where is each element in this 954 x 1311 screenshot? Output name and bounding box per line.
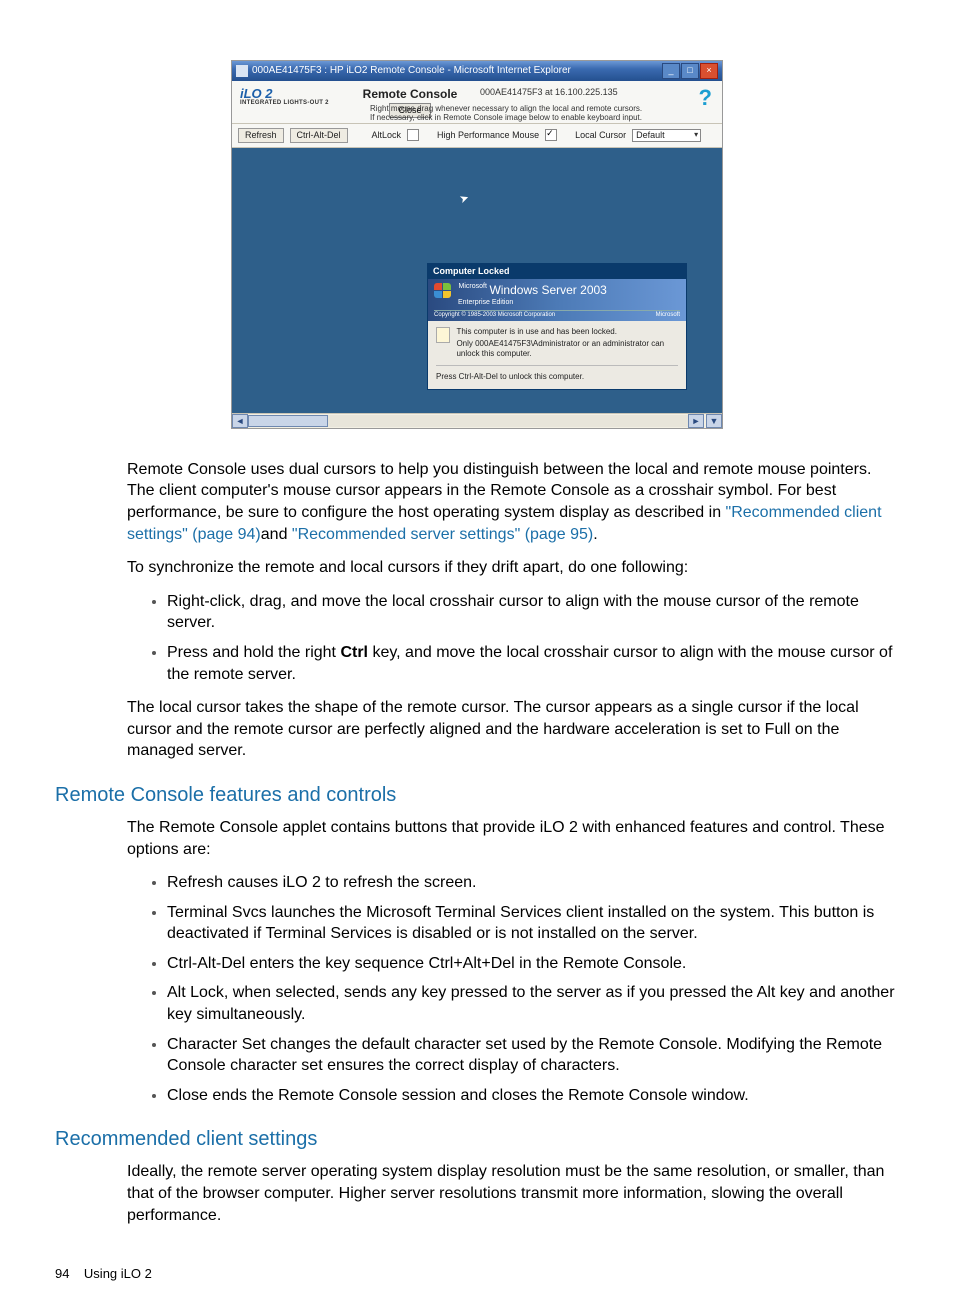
- hp-mouse-label: High Performance Mouse: [437, 130, 539, 141]
- sync-list: Right-click, drag, and move the local cr…: [127, 591, 899, 685]
- window-title: 000AE41475F3 : HP iLO2 Remote Console - …: [252, 65, 662, 77]
- keys-icon: [436, 327, 450, 343]
- list-item: Press and hold the right Ctrl key, and m…: [167, 642, 899, 685]
- maximize-button[interactable]: □: [681, 63, 699, 79]
- features-list: Refresh causes iLO 2 to refresh the scre…: [127, 872, 899, 1106]
- local-cursor-label: Local Cursor: [575, 130, 626, 141]
- hint-line-1: Right mouse drag whenever necessary to a…: [370, 104, 714, 114]
- panel-title: Remote Console: [350, 87, 470, 101]
- ctrl-alt-del-button[interactable]: Ctrl-Alt-Del: [290, 128, 348, 143]
- dialog-header: Computer Locked: [428, 264, 686, 279]
- list-item: Ctrl-Alt-Del enters the key sequence Ctr…: [167, 953, 899, 975]
- ie-icon: [236, 65, 248, 77]
- local-cursor-select[interactable]: Default: [632, 129, 701, 142]
- list-item: Alt Lock, when selected, sends any key p…: [167, 982, 899, 1025]
- paragraph-client-settings: Ideally, the remote server operating sys…: [127, 1161, 899, 1226]
- paragraph-local-cursor: The local cursor takes the shape of the …: [127, 697, 899, 762]
- scroll-down-icon[interactable]: ▼: [706, 414, 722, 428]
- list-item: Right-click, drag, and move the local cr…: [167, 591, 899, 634]
- locked-msg-3: Press Ctrl-Alt-Del to unlock this comput…: [436, 372, 678, 382]
- ilo2-logo: iLO 2: [240, 87, 350, 100]
- remote-console-screenshot: 000AE41475F3 : HP iLO2 Remote Console - …: [231, 60, 723, 429]
- hint-line-2: If necessary, click in Remote Console im…: [370, 113, 714, 123]
- altlock-label: AltLock: [372, 130, 402, 141]
- paragraph-cursors: Remote Console uses dual cursors to help…: [127, 459, 899, 545]
- os-name: Windows Server 2003: [489, 283, 606, 297]
- horizontal-scrollbar[interactable]: ◄ ► ▼: [232, 413, 722, 428]
- refresh-button[interactable]: Refresh: [238, 128, 284, 143]
- windows-flag-icon: [434, 283, 452, 299]
- link-server-settings[interactable]: "Recommended server settings" (page 95): [292, 526, 593, 543]
- server-id: 000AE41475F3 at 16.100.225.135: [480, 87, 714, 98]
- ms-text: Microsoft: [656, 312, 680, 319]
- os-edition: Enterprise Edition: [458, 299, 680, 307]
- hp-mouse-checkbox[interactable]: [545, 129, 557, 141]
- os-prefix: Microsoft: [459, 283, 487, 290]
- copyright-text: Copyright © 1985-2003 Microsoft Corporat…: [434, 312, 555, 319]
- scroll-thumb[interactable]: [248, 415, 328, 427]
- list-item: Character Set changes the default charac…: [167, 1034, 899, 1077]
- page-number: 94: [55, 1266, 69, 1281]
- window-titlebar: 000AE41475F3 : HP iLO2 Remote Console - …: [232, 61, 722, 81]
- heading-features: Remote Console features and controls: [55, 784, 899, 807]
- scroll-right-icon[interactable]: ►: [688, 414, 704, 428]
- locked-msg-2: Only 000AE41475F3\Administrator or an ad…: [456, 339, 678, 358]
- scroll-left-icon[interactable]: ◄: [232, 414, 248, 428]
- altlock-checkbox[interactable]: [407, 129, 419, 141]
- help-icon[interactable]: ?: [699, 85, 712, 111]
- close-window-button[interactable]: ×: [700, 63, 718, 79]
- list-item: Terminal Svcs launches the Microsoft Ter…: [167, 902, 899, 945]
- computer-locked-dialog: Computer Locked Microsoft Windows Server…: [427, 263, 687, 390]
- heading-client-settings: Recommended client settings: [55, 1128, 899, 1151]
- page-footer: 94 Using iLO 2: [55, 1266, 899, 1281]
- paragraph-applet: The Remote Console applet contains butto…: [127, 817, 899, 860]
- cursor-icon: ➤: [458, 192, 471, 208]
- toolbar: Refresh Ctrl-Alt-Del AltLock High Perfor…: [232, 124, 722, 148]
- list-item: Refresh causes iLO 2 to refresh the scre…: [167, 872, 899, 894]
- paragraph-sync: To synchronize the remote and local curs…: [127, 557, 899, 579]
- console-viewport[interactable]: ➤ Computer Locked Microsoft Windows Serv…: [232, 148, 722, 413]
- locked-msg-1: This computer is in use and has been loc…: [456, 327, 678, 337]
- ilo2-subtitle: INTEGRATED LIGHTS-OUT 2: [240, 100, 350, 107]
- list-item: Close ends the Remote Console session an…: [167, 1085, 899, 1107]
- footer-label: Using iLO 2: [84, 1266, 152, 1281]
- minimize-button[interactable]: _: [662, 63, 680, 79]
